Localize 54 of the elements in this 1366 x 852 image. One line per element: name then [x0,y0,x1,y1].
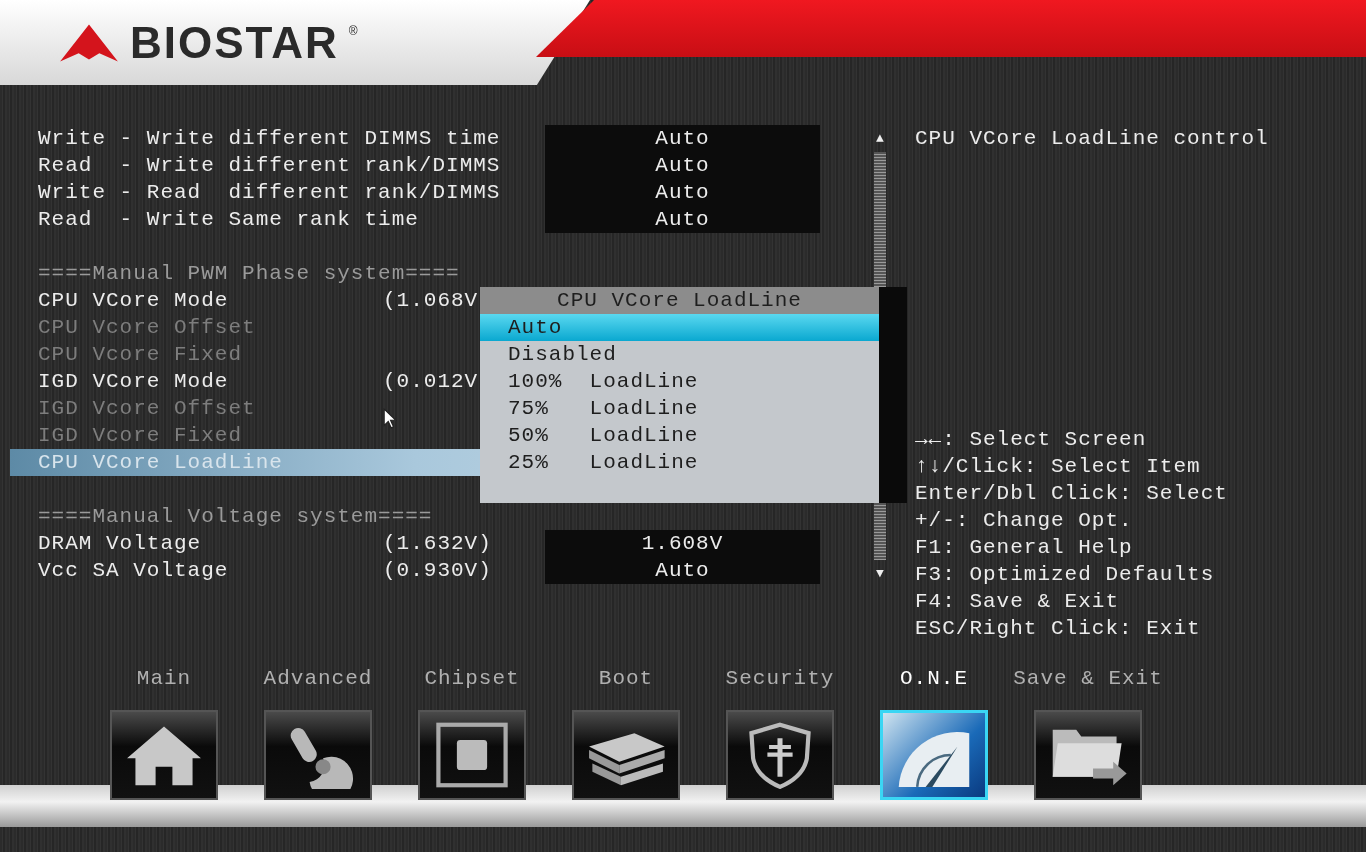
key-hint: ↑↓/Click: Select Item [915,454,1202,480]
setting-value[interactable]: Auto [545,125,820,152]
setting-reading: (0.012V [383,370,479,393]
setting-row[interactable]: DRAM Voltage (1.632V) 1.608V [10,530,820,557]
scroll-up-arrow[interactable]: ▲ [876,125,884,152]
setting-value[interactable]: Auto [545,557,820,584]
setting-reading: (0.930V) [383,559,492,582]
setting-row[interactable]: Read - Write different rank/DIMMS Auto [10,152,820,179]
setting-label: Read - Write Same rank time [38,208,419,231]
section-title: ====Manual PWM Phase system==== [38,262,460,285]
setting-value[interactable]: 1.608V [545,530,820,557]
dropdown-option[interactable]: Disabled [480,341,879,368]
setting-label: CPU VCore Mode [38,289,229,312]
dropdown-option[interactable]: 100% LoadLine [480,368,879,395]
menu-tab[interactable]: O.N.E [857,665,1011,800]
menu-tab[interactable]: Advanced [241,665,395,800]
key-hint: F1: General Help [915,535,1134,561]
section-title: ====Manual Voltage system==== [38,505,433,528]
dropdown-option[interactable]: Auto [480,314,879,341]
menu-tab[interactable]: Save & Exit [1011,665,1165,800]
menu-tab[interactable]: Boot [549,665,703,800]
setting-label: Write - Read different rank/DIMMS [38,181,501,204]
menu-tab[interactable]: Chipset [395,665,549,800]
dropdown-option[interactable]: 75% LoadLine [480,395,879,422]
setting-value[interactable]: Auto [545,152,820,179]
setting-row[interactable]: Read - Write Same rank time Auto [10,206,820,233]
setting-row[interactable]: Write - Write different DIMMS time Auto [10,125,820,152]
key-hint: Enter/Dbl Click: Select [915,481,1229,507]
setting-label: Vcc SA Voltage [38,559,229,582]
help-description: CPU VCore LoadLine control [915,126,1269,152]
dropdown-option[interactable]: 50% LoadLine [480,422,879,449]
setting-label: Read - Write different rank/DIMMS [38,154,501,177]
setting-label: IGD VCore Mode [38,370,229,393]
key-hint: ESC/Right Click: Exit [915,616,1202,642]
scroll-down-arrow[interactable]: ▼ [876,560,884,587]
key-hint: F3: Optimized Defaults [915,562,1216,588]
setting-label: DRAM Voltage [38,532,202,555]
menu-tab[interactable]: Main [87,665,241,800]
registered-mark: ® [348,24,359,38]
setting-reading: (1.632V) [383,532,492,555]
setting-row[interactable]: Vcc SA Voltage (0.930V) Auto [10,557,820,584]
setting-label: Write - Write different DIMMS time [38,127,501,150]
mouse-pointer-icon [383,408,397,429]
key-hint: →←: Select Screen [915,427,1148,453]
setting-value[interactable]: Auto [545,206,820,233]
key-hint: +/-: Change Opt. [915,508,1134,534]
setting-value[interactable]: Auto [545,179,820,206]
popup-title: CPU VCore LoadLine [480,287,879,314]
logo-text: BIOSTAR [130,17,339,68]
key-hint: F4: Save & Exit [915,589,1121,615]
setting-reading: (1.068V [383,289,479,312]
setting-row[interactable]: Write - Read different rank/DIMMS Auto [10,179,820,206]
setting-label: CPU VCore LoadLine [38,451,283,474]
menu-tab[interactable]: Security [703,665,857,800]
